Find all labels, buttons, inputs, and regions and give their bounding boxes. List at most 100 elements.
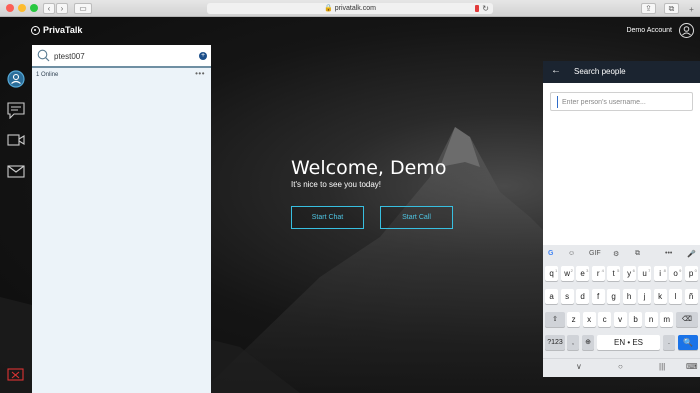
nav-back-icon[interactable]: ∨: [576, 362, 582, 371]
key-a[interactable]: a: [545, 289, 559, 304]
key-w[interactable]: w2: [560, 266, 574, 281]
key-hint: 0: [694, 268, 697, 273]
key-r[interactable]: r4: [591, 266, 605, 281]
key-c[interactable]: c: [598, 312, 612, 327]
brand-logo[interactable]: PrivaTalk: [31, 25, 82, 35]
search-enter-key[interactable]: 🔍: [678, 335, 698, 350]
key-n[interactable]: n: [644, 312, 658, 327]
zoom-window-button[interactable]: [30, 4, 38, 12]
key-h[interactable]: h: [622, 289, 636, 304]
key-t[interactable]: t5: [607, 266, 621, 281]
key-v[interactable]: v: [613, 312, 627, 327]
messages-icon[interactable]: [7, 102, 25, 119]
sidebar-toggle-button[interactable]: ▭: [74, 3, 92, 14]
forward-button[interactable]: ›: [56, 3, 68, 14]
brand-name: PrivaTalk: [43, 25, 83, 35]
keyboard-gif-icon[interactable]: GIF: [589, 250, 601, 257]
key-f[interactable]: f: [591, 289, 605, 304]
online-count: 1 Online: [36, 72, 59, 78]
browser-toolbar: ‹ › ▭ 🔒 privatalk.com ↻ ⇪ ⧉ +: [0, 0, 700, 17]
search-icon: [37, 49, 50, 62]
key-s[interactable]: s: [560, 289, 574, 304]
welcome-subtitle: It's nice to see you today!: [291, 180, 382, 189]
add-contact-button[interactable]: +: [199, 52, 207, 60]
keyboard-settings-icon[interactable]: ⚙: [613, 250, 619, 258]
nav-keyboard-icon[interactable]: ⌨: [686, 362, 698, 371]
key-y[interactable]: y6: [622, 266, 636, 281]
more-options-icon[interactable]: •••: [195, 69, 205, 78]
welcome-title: Welcome, Demo: [291, 157, 447, 179]
key-hint: 4: [601, 268, 604, 273]
new-tab-button[interactable]: +: [686, 5, 697, 16]
key-g[interactable]: g: [607, 289, 621, 304]
start-call-button[interactable]: Start Call: [380, 206, 453, 229]
key-hint: 8: [663, 268, 666, 273]
keyboard-sticker-icon[interactable]: ☺: [568, 250, 575, 257]
key-hint: 6: [632, 268, 635, 273]
close-window-button[interactable]: [6, 4, 14, 12]
period-key[interactable]: .: [663, 335, 675, 350]
share-button[interactable]: ⇪: [641, 3, 656, 14]
backspace-key[interactable]: ⌫: [676, 312, 698, 327]
chat-list-panel: + 1 Online •••: [32, 45, 211, 393]
key-hint: 3: [586, 268, 589, 273]
user-silhouette-icon: [682, 26, 691, 36]
chat-search-row: +: [32, 45, 211, 68]
key-z[interactable]: z: [567, 312, 581, 327]
search-people-title: Search people: [574, 67, 626, 76]
account-label[interactable]: Demo Account: [626, 27, 672, 34]
username-field-wrapper: [550, 92, 693, 111]
key-hint: 5: [617, 268, 620, 273]
key-e[interactable]: e3: [576, 266, 590, 281]
tabs-overview-button[interactable]: ⧉: [664, 3, 679, 14]
shift-key[interactable]: ⇧: [545, 312, 565, 327]
record-indicator-icon: [475, 5, 479, 12]
language-globe-key[interactable]: ⊕: [582, 335, 594, 350]
chat-search-input[interactable]: [54, 50, 194, 62]
keyboard-toolbar: G ☺ GIF ⚙ ⧉ ••• 🎤: [543, 245, 700, 265]
key-b[interactable]: b: [629, 312, 643, 327]
start-chat-button[interactable]: Start Chat: [291, 206, 364, 229]
reload-icon[interactable]: ↻: [482, 3, 489, 14]
key-hint: 7: [648, 268, 651, 273]
video-call-icon[interactable]: [7, 133, 25, 147]
space-key[interactable]: EN • ES: [597, 335, 660, 350]
privatalk-logo-icon: [31, 25, 40, 35]
key-ñ[interactable]: ñ: [684, 289, 698, 304]
text-caret: [557, 96, 558, 108]
keyboard-more-icon[interactable]: •••: [665, 250, 672, 257]
key-l[interactable]: l: [669, 289, 683, 304]
keyboard-microphone-icon[interactable]: 🎤: [687, 250, 696, 258]
search-people-header: ← Search people: [543, 61, 700, 83]
logout-icon[interactable]: [7, 368, 24, 382]
lock-icon: 🔒: [324, 5, 333, 12]
key-k[interactable]: k: [653, 289, 667, 304]
key-hint: 1: [555, 268, 558, 273]
key-m[interactable]: m: [660, 312, 674, 327]
username-search-input[interactable]: [562, 96, 690, 108]
symbols-key[interactable]: ?123: [545, 335, 565, 350]
key-x[interactable]: x: [582, 312, 596, 327]
keyboard-google-icon[interactable]: G: [548, 250, 553, 257]
comma-key[interactable]: ,: [567, 335, 579, 350]
address-bar[interactable]: 🔒 privatalk.com ↻: [207, 3, 493, 14]
key-q[interactable]: q1: [545, 266, 559, 281]
key-d[interactable]: d: [576, 289, 590, 304]
key-hint: 2: [570, 268, 573, 273]
key-o[interactable]: o9: [669, 266, 683, 281]
key-p[interactable]: p0: [684, 266, 698, 281]
keyboard-clipboard-icon[interactable]: ⧉: [635, 250, 640, 258]
android-nav-bar: ∨ ○ ||| ⌨: [543, 358, 700, 377]
key-j[interactable]: j: [638, 289, 652, 304]
nav-home-icon[interactable]: ○: [618, 362, 623, 371]
back-button[interactable]: ‹: [43, 3, 55, 14]
key-i[interactable]: i8: [653, 266, 667, 281]
key-u[interactable]: u7: [638, 266, 652, 281]
onscreen-keyboard: G ☺ GIF ⚙ ⧉ ••• 🎤 q1w2e3r4t5y6u7i8o9p0 asdfghjk…: [543, 245, 700, 358]
back-arrow-icon[interactable]: ←: [551, 65, 561, 76]
account-avatar-icon[interactable]: [679, 23, 694, 38]
contacts-icon[interactable]: [7, 70, 25, 88]
mail-icon[interactable]: [7, 165, 25, 178]
nav-recents-icon[interactable]: |||: [659, 362, 665, 371]
minimize-window-button[interactable]: [18, 4, 26, 12]
